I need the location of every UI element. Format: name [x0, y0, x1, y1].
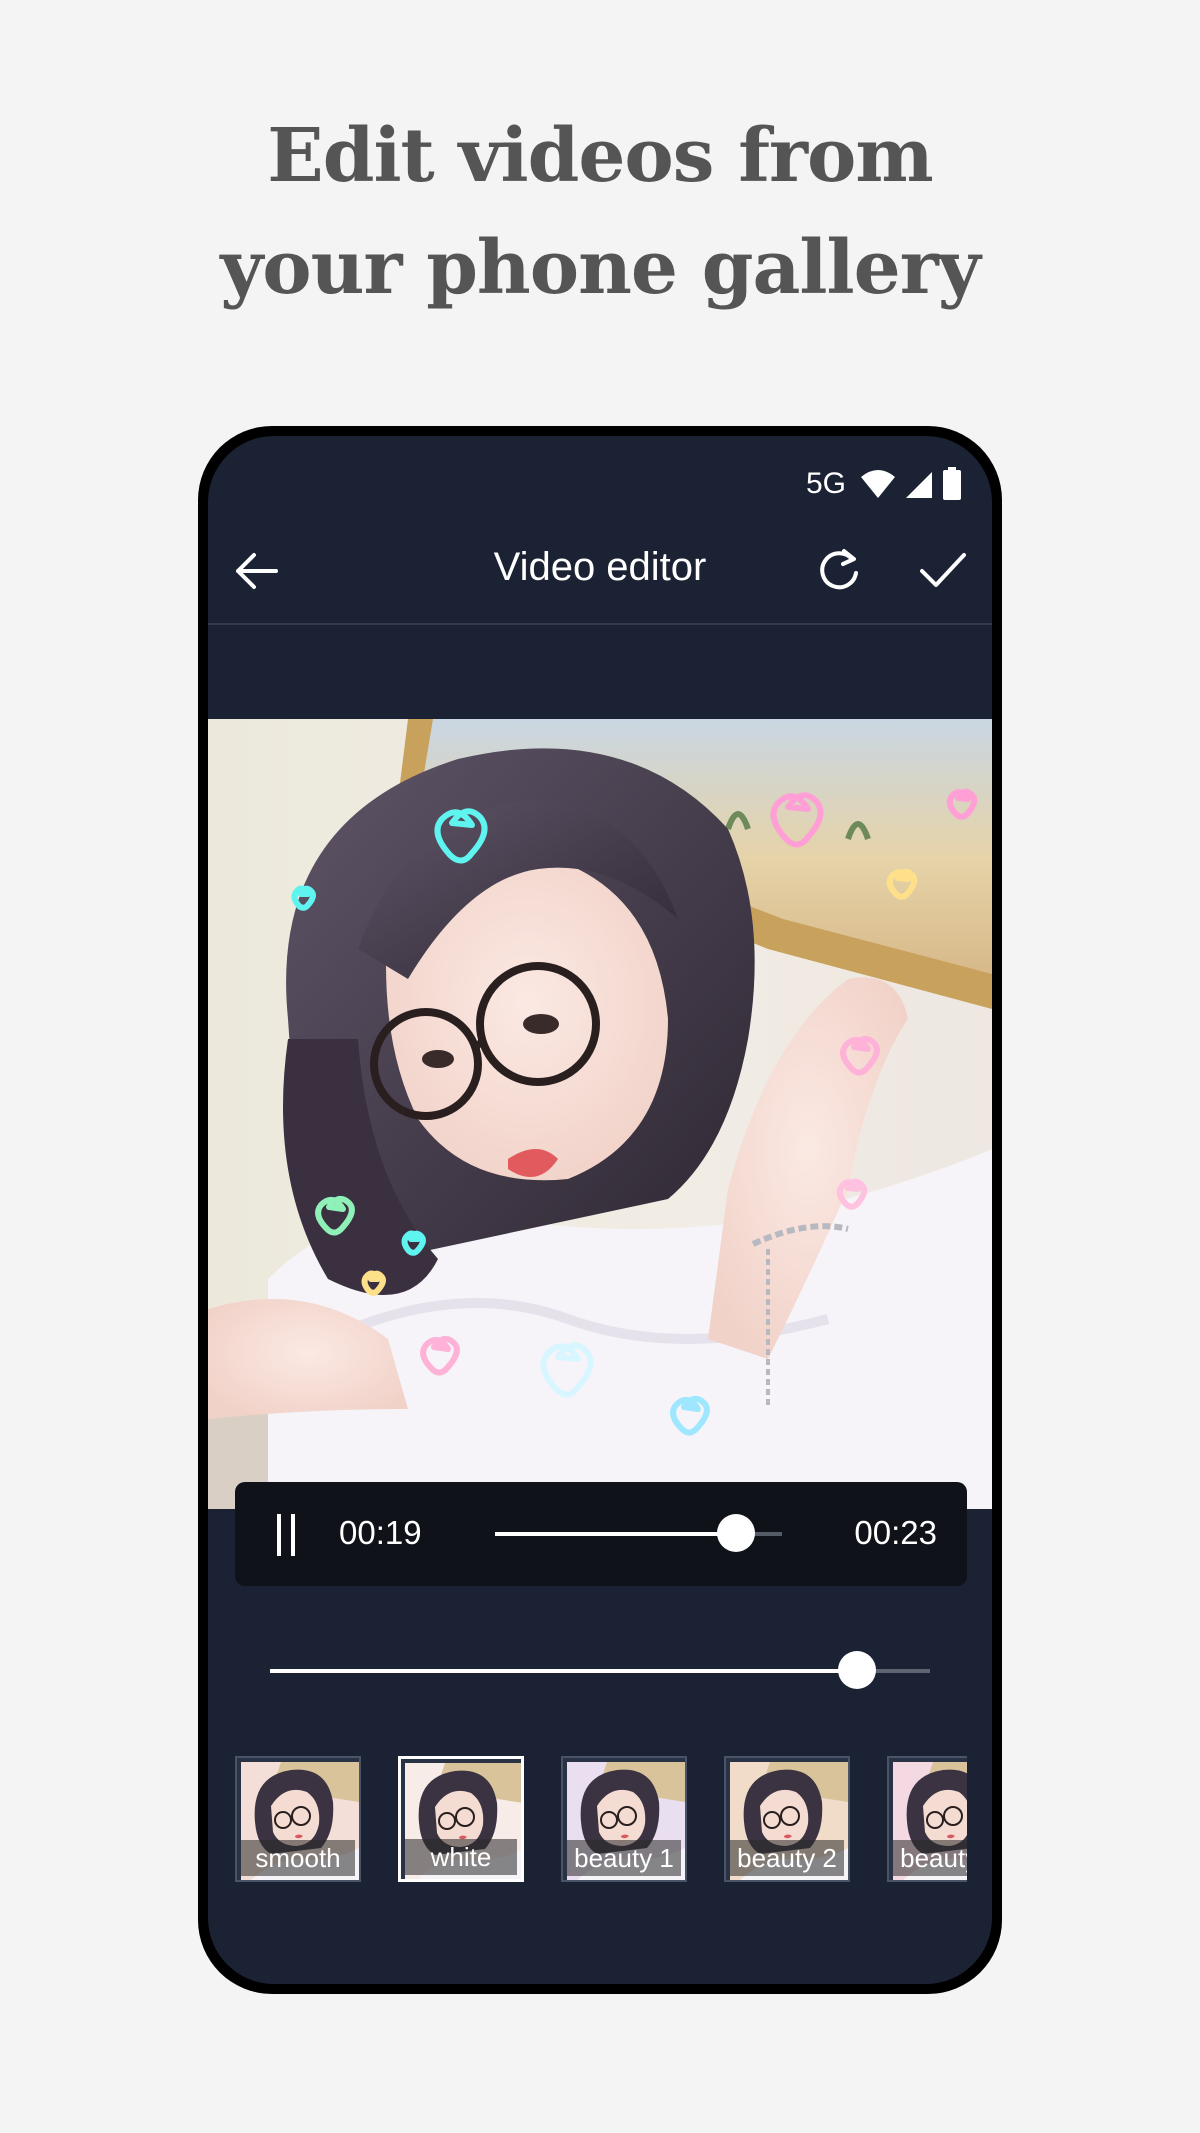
page-title: Video editor: [493, 545, 707, 589]
headline-line-1: Edit videos from: [267, 113, 933, 199]
filter-label: beauty 3: [893, 1840, 967, 1876]
network-type: 5G: [805, 467, 846, 500]
wifi-icon: [861, 470, 895, 498]
refresh-icon[interactable]: [814, 545, 864, 595]
current-time: 00:19: [339, 1514, 422, 1551]
video-preview[interactable]: [208, 719, 992, 1509]
filter-thumb[interactable]: beauty 3: [887, 1756, 967, 1882]
seek-bar-progress: [495, 1532, 737, 1536]
filter-label: white: [405, 1839, 517, 1875]
video-frame-image: [208, 719, 992, 1509]
phone-screen: 5G Video editor 00:19 00:23 smooth white…: [208, 436, 992, 1984]
signal-icon: [906, 472, 932, 498]
filter-intensity-slider[interactable]: [270, 1651, 930, 1689]
app-bar: Video editor: [208, 531, 992, 611]
filter-label: beauty 1: [567, 1840, 681, 1876]
filter-strip: smooth white beauty 1 beauty 2 beauty 3: [235, 1756, 967, 1892]
filter-thumb[interactable]: smooth: [235, 1756, 361, 1882]
pause-button[interactable]: [273, 1514, 301, 1556]
app-bar-divider: [208, 623, 992, 625]
filter-thumb[interactable]: beauty 1: [561, 1756, 687, 1882]
status-bar: 5G: [806, 466, 962, 502]
intensity-slider-fill: [270, 1669, 858, 1673]
filter-label: beauty 2: [730, 1840, 844, 1876]
battery-icon: [943, 467, 961, 500]
seek-bar-handle[interactable]: [717, 1514, 756, 1552]
phone-frame: 5G Video editor 00:19 00:23 smooth white…: [198, 426, 1002, 1994]
filter-label: smooth: [241, 1840, 355, 1876]
filter-thumb[interactable]: beauty 2: [724, 1756, 850, 1882]
filter-thumb[interactable]: white: [398, 1756, 524, 1882]
duration-time: 00:23: [854, 1514, 937, 1551]
check-icon[interactable]: [918, 545, 968, 595]
headline: Edit videos from your phone gallery: [0, 100, 1200, 324]
intensity-slider-handle[interactable]: [838, 1651, 877, 1689]
seek-bar[interactable]: [495, 1514, 782, 1552]
video-controls: 00:19 00:23: [235, 1482, 967, 1586]
headline-line-2: your phone gallery: [220, 225, 980, 311]
